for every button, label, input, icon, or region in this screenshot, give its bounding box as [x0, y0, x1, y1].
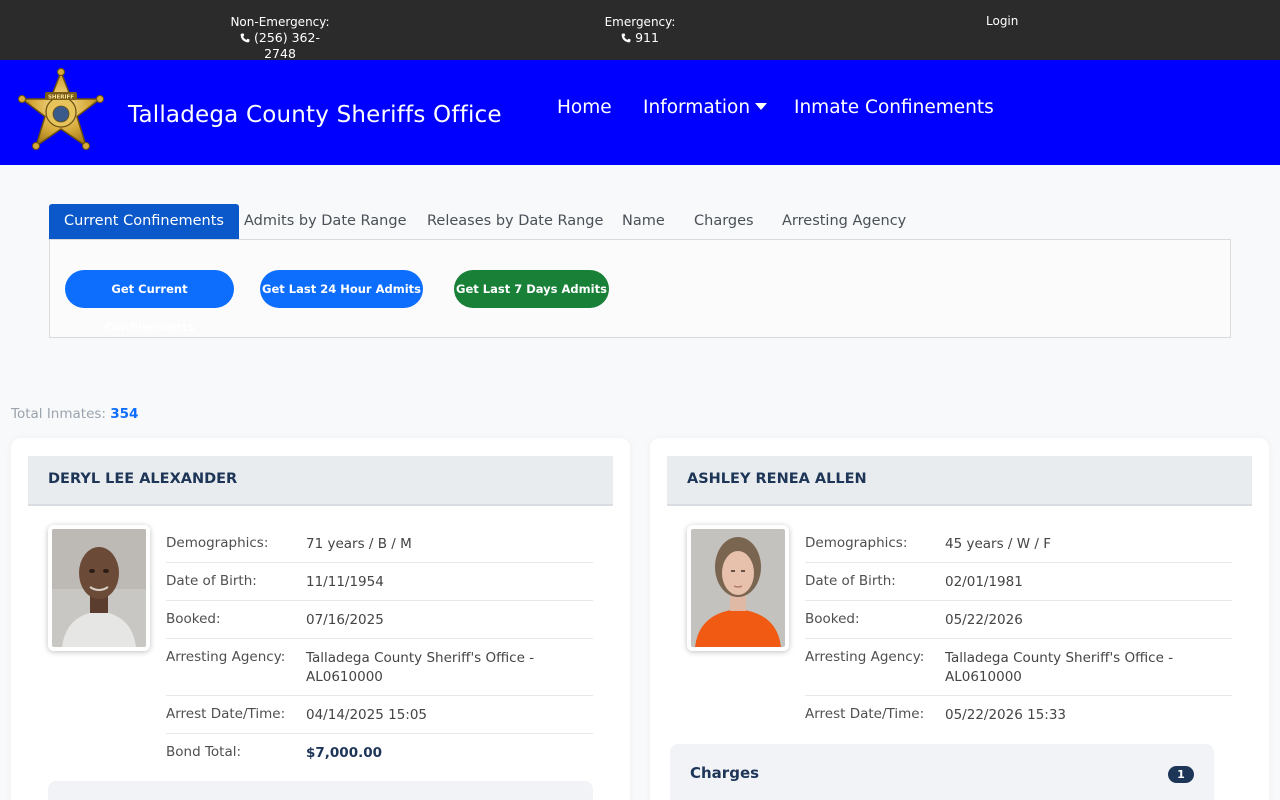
charges-count-badge: 1: [1168, 766, 1194, 783]
charges-section[interactable]: Charges 1: [670, 744, 1214, 800]
non-emergency-contact: Non-Emergency: (256) 362-2748: [229, 14, 331, 62]
site-title[interactable]: Talladega County Sheriffs Office: [128, 102, 502, 128]
detail-row: Arresting Agency: Talladega County Sherif…: [166, 639, 593, 696]
inmate-name[interactable]: ASHLEY RENEA ALLEN: [687, 471, 867, 487]
inmate-card: DERYL LEE ALEXANDER Demographics: 71 year…: [11, 438, 630, 800]
top-contact-bar: Non-Emergency: (256) 362-2748 Emergency:…: [0, 0, 1280, 62]
sheriff-star-logo[interactable]: SHERIFF: [15, 68, 107, 156]
inmate-card-header: ASHLEY RENEA ALLEN: [667, 456, 1252, 506]
arrest-value: 04/14/2025 15:05: [306, 707, 428, 723]
dob-value: 11/11/1954: [306, 574, 384, 590]
inmate-photo[interactable]: [687, 525, 789, 651]
inmate-card: ASHLEY RENEA ALLEN Demographics: 45 years…: [650, 438, 1269, 800]
nav-inmate-confinements[interactable]: Inmate Confinements: [794, 97, 994, 118]
booked-value: 05/22/2026: [945, 612, 1023, 628]
charges-section[interactable]: [48, 781, 593, 800]
caret-down-icon: [755, 103, 768, 110]
arrest-value: 05/22/2026 15:33: [945, 707, 1067, 723]
tab-releases-by-date-range[interactable]: Releases by Date Range: [412, 204, 618, 239]
tab-panel: Get Current Confinements Get Last 24 Hou…: [49, 239, 1231, 338]
bond-value: $7,000.00: [306, 745, 383, 761]
emergency-contact: Emergency: 911: [604, 14, 676, 46]
detail-row: Arresting Agency: Talladega County Sherif…: [805, 639, 1232, 696]
phone-icon: [240, 33, 250, 43]
detail-row: Demographics: 71 years / B / M: [166, 525, 593, 563]
login-link[interactable]: Login: [986, 14, 1018, 28]
total-inmates-label: Total Inmates:: [11, 406, 106, 422]
non-emergency-phone[interactable]: (256) 362-2748: [254, 30, 320, 61]
total-inmates-count: 354: [110, 406, 139, 422]
tab-charges[interactable]: Charges: [679, 204, 769, 239]
emergency-label: Emergency:: [604, 15, 676, 29]
emergency-phone[interactable]: 911: [635, 30, 659, 45]
detail-row: Bond Total: $7,000.00: [166, 734, 593, 771]
agency-value: Talladega County Sheriff's Office - AL06…: [306, 650, 535, 685]
demographics-value: 71 years / B / M: [306, 536, 412, 552]
phone-icon: [621, 33, 631, 43]
inmate-details: Demographics: 45 years / W / F Date of Bi…: [805, 525, 1232, 733]
non-emergency-label: Non-Emergency:: [230, 15, 330, 29]
detail-row: Date of Birth: 11/11/1954: [166, 563, 593, 601]
inmate-details: Demographics: 71 years / B / M Date of Bi…: [166, 525, 593, 771]
tab-name[interactable]: Name: [607, 204, 680, 239]
inmate-photo[interactable]: [48, 525, 150, 651]
total-inmates: Total Inmates: 354: [11, 406, 138, 422]
detail-row: Booked: 05/22/2026: [805, 601, 1232, 639]
site-header: SHERIFF Talladega County Sheriffs Office…: [0, 60, 1280, 165]
detail-row: Arrest Date/Time: 05/22/2026 15:33: [805, 696, 1232, 733]
detail-row: Date of Birth: 02/01/1981: [805, 563, 1232, 601]
inmate-name[interactable]: DERYL LEE ALEXANDER: [48, 471, 237, 487]
nav-information-label: Information: [643, 97, 751, 118]
detail-row: Booked: 07/16/2025: [166, 601, 593, 639]
nav-information[interactable]: Information: [643, 97, 768, 118]
dob-value: 02/01/1981: [945, 574, 1023, 590]
inmate-card-header: DERYL LEE ALEXANDER: [28, 456, 613, 506]
demographics-value: 45 years / W / F: [945, 536, 1051, 552]
tab-current-confinements[interactable]: Current Confinements: [49, 204, 239, 239]
detail-row: Demographics: 45 years / W / F: [805, 525, 1232, 563]
get-current-confinements-button[interactable]: Get Current Confinements: [65, 270, 234, 334]
nav-home[interactable]: Home: [557, 97, 612, 118]
get-last-24-hour-admits-button[interactable]: Get Last 24 Hour Admits: [260, 270, 423, 308]
tab-arresting-agency[interactable]: Arresting Agency: [767, 204, 921, 239]
get-last-7-days-admits-button[interactable]: Get Last 7 Days Admits: [454, 270, 609, 308]
tab-admits-by-date-range[interactable]: Admits by Date Range: [229, 204, 422, 239]
booked-value: 07/16/2025: [306, 612, 384, 628]
svg-text:SHERIFF: SHERIFF: [48, 95, 74, 101]
charges-title: Charges: [690, 764, 760, 782]
agency-value: Talladega County Sheriff's Office - AL06…: [945, 650, 1174, 685]
detail-row: Arrest Date/Time: 04/14/2025 15:05: [166, 696, 593, 734]
